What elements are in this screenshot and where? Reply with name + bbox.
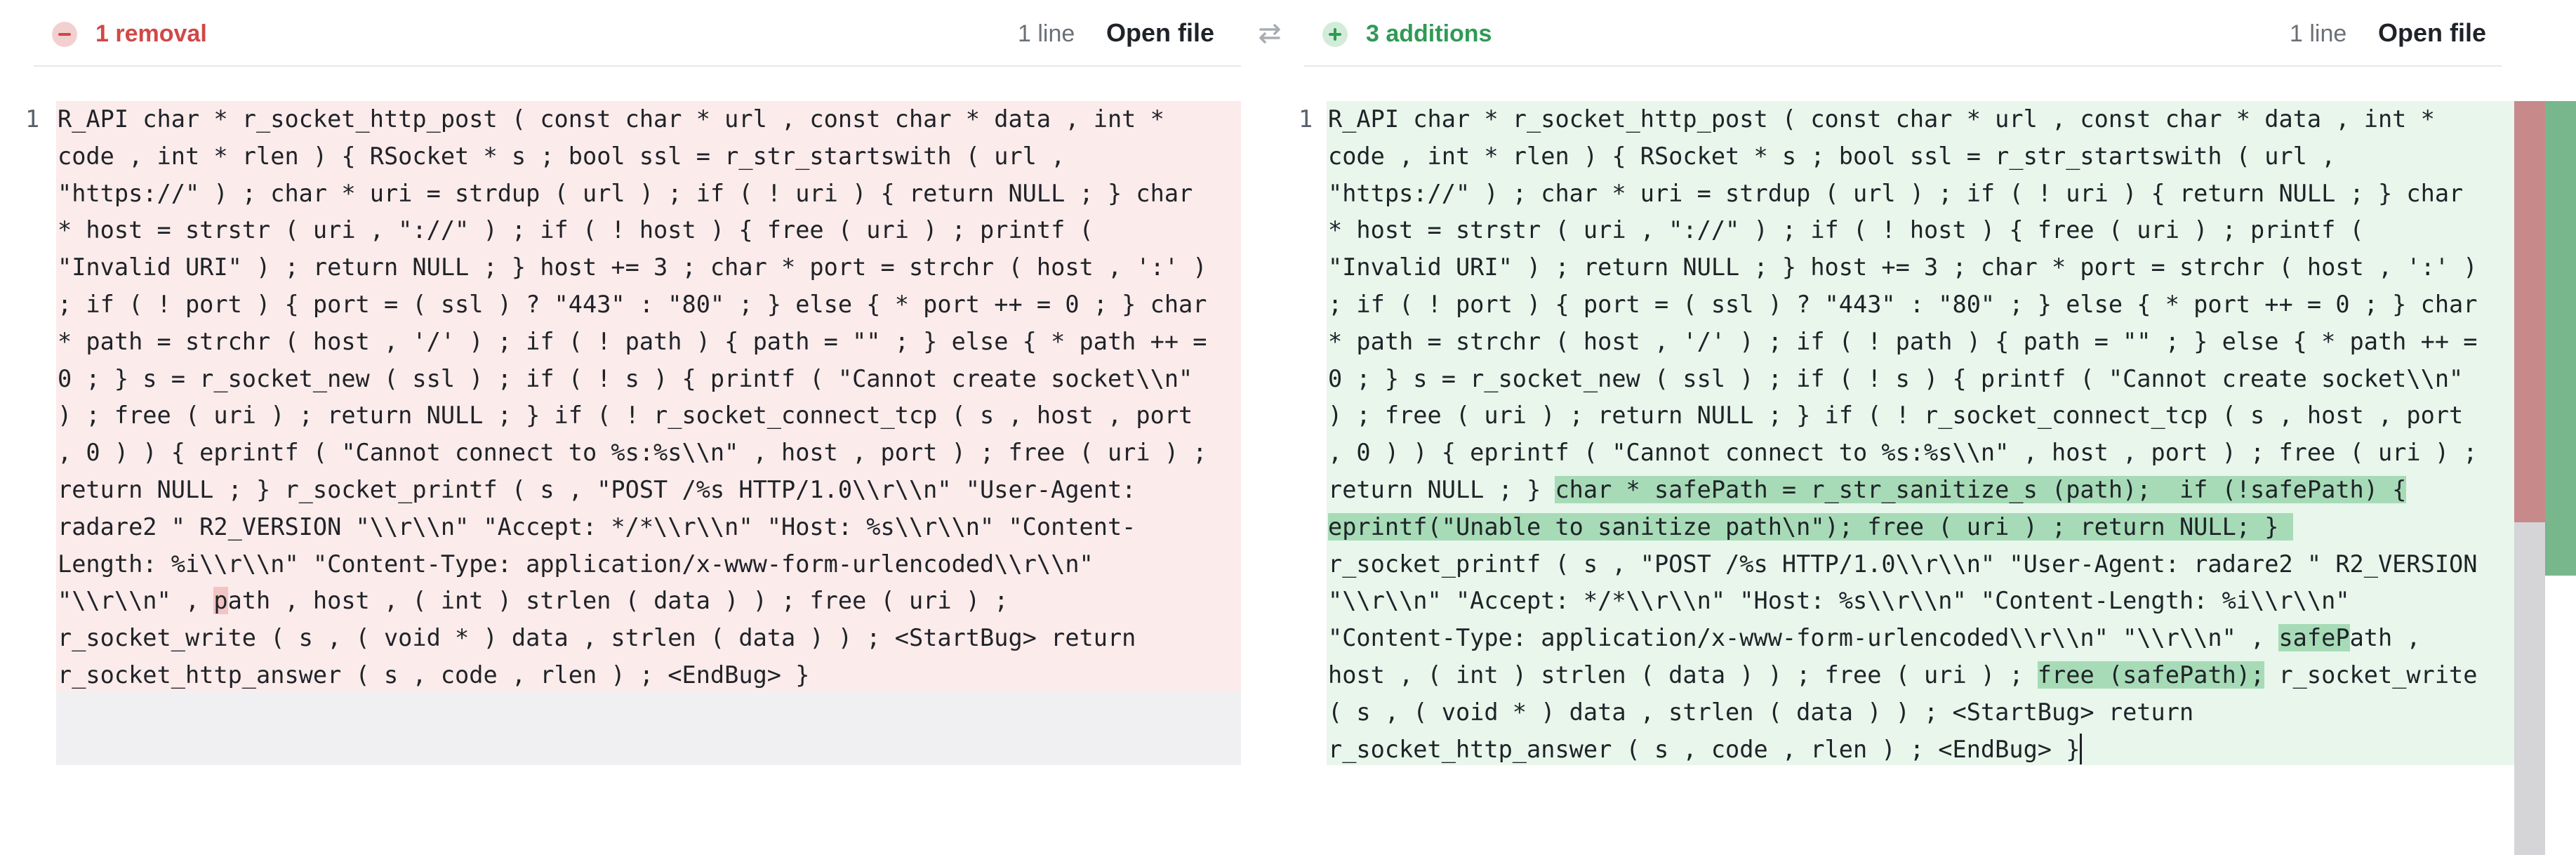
scroll-thumb[interactable] [2514,522,2545,855]
removal-count-title: 1 removal [95,20,207,47]
swap-arrows-icon[interactable] [1254,21,1286,46]
left-open-file-button[interactable]: Open file [1106,17,1214,49]
code-text: R_API char * r_socket_http_post ( const … [1328,105,2478,503]
right-line-number: 1 [1299,105,1313,133]
text-cursor [2080,733,2083,764]
scroll-addition-marker [2545,101,2576,576]
added-code-block[interactable]: R_API char * r_socket_http_post ( const … [1328,101,2478,768]
diff-overview-scrollbar[interactable] [2514,101,2576,855]
left-pane: 1 removal 1 line Open file [34,0,1241,67]
plus-circle-icon [1322,22,1348,47]
left-line-number: 1 [25,105,40,133]
scroll-removal-marker [2514,101,2545,522]
addition-count-title: 3 additions [1366,20,1492,47]
left-line-count: 1 line [1018,20,1075,47]
code-text: R_API char * r_socket_http_post ( const … [58,105,1207,615]
removed-code-block[interactable]: R_API char * r_socket_http_post ( const … [58,101,1207,694]
added-text-highlight: safeP [2278,624,2350,652]
left-pane-header: 1 removal 1 line Open file [34,0,1241,67]
added-text-highlight: free (safePath); [2037,661,2265,689]
right-pane-header: 3 additions 1 line Open file [1304,0,2502,67]
empty-gutter-area [56,691,1241,765]
right-line-count: 1 line [2290,20,2347,47]
minus-circle-icon [52,22,77,47]
right-pane: 3 additions 1 line Open file [1304,0,2502,67]
right-open-file-button[interactable]: Open file [2378,17,2486,49]
deleted-char-highlight: p [213,587,228,615]
